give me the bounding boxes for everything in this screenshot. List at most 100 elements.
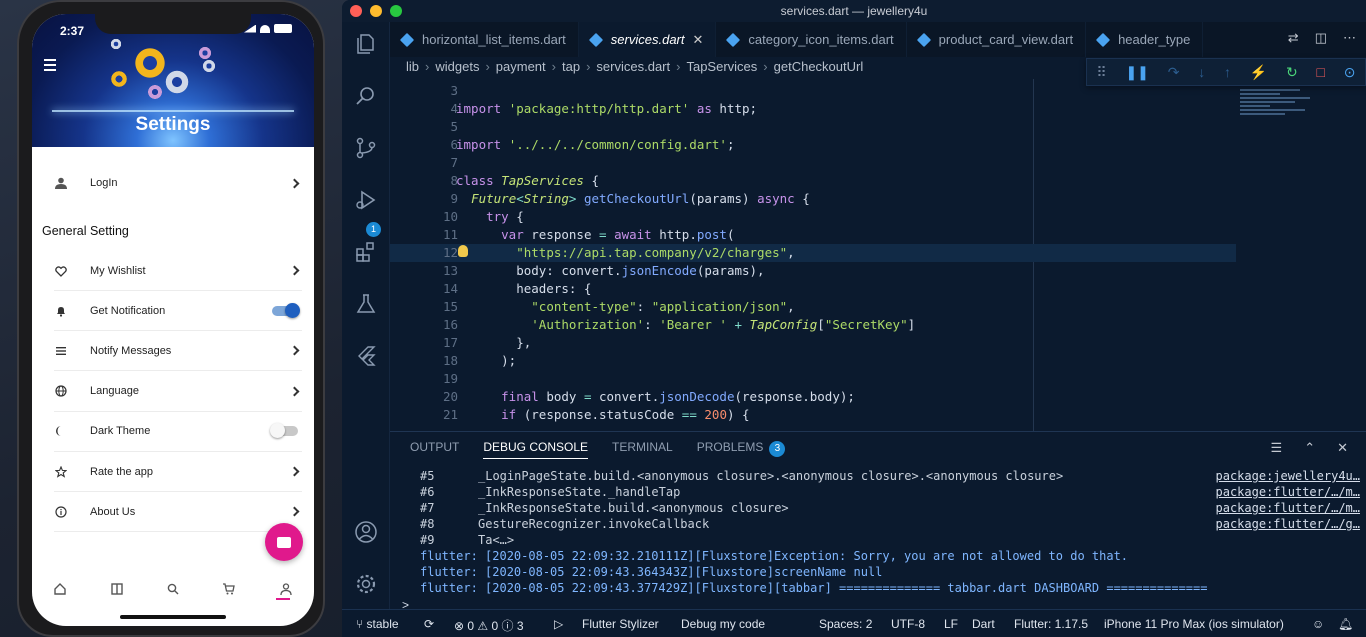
settings-row-language[interactable]: Language <box>54 372 302 412</box>
settings-row-get-notification[interactable]: Get Notification <box>54 291 302 332</box>
lightbulb-icon[interactable] <box>458 245 468 257</box>
feedback-icon[interactable]: ☺ <box>1312 617 1324 631</box>
editor-tab[interactable]: header_type <box>1086 22 1204 57</box>
minimize-window-button[interactable] <box>370 5 382 17</box>
chat-fab-button[interactable] <box>265 523 303 561</box>
settings-row-my-wishlist[interactable]: My Wishlist <box>54 251 302 291</box>
panel-tab-problems[interactable]: PROBLEMS 3 <box>697 440 786 459</box>
testing-flask-icon[interactable] <box>354 292 378 316</box>
source-link[interactable]: package:flutter/…/g… <box>1216 516 1361 532</box>
maximize-window-button[interactable] <box>390 5 402 17</box>
restart-icon[interactable]: ↻ <box>1286 64 1298 81</box>
settings-gear-icon[interactable] <box>354 572 378 596</box>
code-line[interactable]: 7 <box>390 154 1290 172</box>
sync-icon[interactable]: ⟳ <box>424 617 434 631</box>
code-line[interactable]: 21 if (response.statusCode == 200) { <box>390 406 1290 424</box>
split-editor-icon[interactable]: ◫ <box>1315 30 1327 46</box>
source-link[interactable]: package:jewellery4u… <box>1216 468 1361 484</box>
editor-tab[interactable]: category_icon_items.dart <box>716 22 907 57</box>
run-icon[interactable]: ▷ <box>554 617 563 631</box>
language-mode[interactable]: Dart <box>972 617 995 631</box>
toggle-switch[interactable] <box>272 302 300 318</box>
breadcrumb-item[interactable]: widgets <box>435 59 479 74</box>
more-actions-icon[interactable]: ⋯ <box>1343 30 1356 46</box>
editor-tab[interactable]: product_card_view.dart <box>907 22 1087 57</box>
code-line[interactable]: 17 }, <box>390 334 1290 352</box>
explorer-icon[interactable] <box>354 32 378 56</box>
panel-tab-debug-console[interactable]: DEBUG CONSOLE <box>483 440 589 459</box>
debug-config[interactable]: Debug my code <box>681 617 765 631</box>
branch-indicator[interactable]: ⑂ stable <box>356 617 399 631</box>
code-line[interactable]: 19 <box>390 370 1290 388</box>
flutter-stylizer[interactable]: Flutter Stylizer <box>582 617 659 631</box>
panel-tab-terminal[interactable]: TERMINAL <box>612 440 673 459</box>
accounts-icon[interactable] <box>354 520 378 544</box>
code-line[interactable]: 13 body: convert.jsonEncode(params), <box>390 262 1290 280</box>
editor-tab[interactable]: services.dart ✕ <box>578 22 717 57</box>
code-line[interactable]: 20 final body = convert.jsonDecode(respo… <box>390 388 1290 406</box>
indentation[interactable]: Spaces: 2 <box>819 617 872 631</box>
source-control-icon[interactable] <box>354 136 378 160</box>
search-icon[interactable] <box>166 582 180 596</box>
code-line[interactable]: 5 <box>390 118 1290 136</box>
close-panel-icon[interactable]: ✕ <box>1337 440 1348 456</box>
code-editor[interactable]: 3 4 import 'package:http/http.dart' as htt… <box>390 79 1366 431</box>
breadcrumb-item[interactable]: lib <box>406 59 419 74</box>
flutter-version[interactable]: Flutter: 1.17.5 <box>1014 617 1088 631</box>
compare-icon[interactable]: ⇄ <box>1288 30 1299 46</box>
step-out-icon[interactable]: ↑ <box>1224 64 1231 80</box>
encoding[interactable]: UTF-8 <box>891 617 925 631</box>
editor-tab[interactable]: horizontal_list_items.dart <box>390 22 579 57</box>
panel-tab-output[interactable]: OUTPUT <box>410 440 459 459</box>
problems-indicator[interactable]: ⊗ 0 ⚠ 0 ⓘ 3 <box>454 617 524 634</box>
source-link[interactable]: package:flutter/…/m… <box>1216 500 1361 516</box>
code-line[interactable]: 6 import '../../../common/config.dart'; <box>390 136 1290 154</box>
device-selector[interactable]: iPhone 11 Pro Max (ios simulator) <box>1104 617 1284 631</box>
inspect-icon[interactable]: ⊙ <box>1344 64 1356 81</box>
hot-reload-icon[interactable]: ⚡ <box>1250 64 1267 81</box>
code-line[interactable]: 18 ); <box>390 352 1290 370</box>
drag-handle-icon[interactable]: ⠿ <box>1096 64 1106 81</box>
stop-icon[interactable]: □ <box>1317 64 1325 80</box>
flutter-icon[interactable] <box>354 344 378 368</box>
settings-row-rate-the-app[interactable]: Rate the app <box>54 452 302 492</box>
breadcrumb-item[interactable]: services.dart <box>596 59 670 74</box>
breadcrumb-item[interactable]: payment <box>496 59 546 74</box>
clear-console-icon[interactable]: ☰ <box>1271 440 1283 456</box>
step-into-icon[interactable]: ↓ <box>1198 64 1205 80</box>
profile-icon[interactable] <box>275 582 293 600</box>
close-window-button[interactable] <box>350 5 362 17</box>
close-tab-icon[interactable]: ✕ <box>693 32 704 48</box>
console-text: _LoginPageState.build.<anonymous closure… <box>478 469 1064 483</box>
breadcrumb-item[interactable]: getCheckoutUrl <box>774 59 864 74</box>
code-line[interactable]: 11 var response = await http.post( <box>390 226 1290 244</box>
settings-row-dark-theme[interactable]: Dark Theme <box>54 412 302 452</box>
maximize-panel-icon[interactable]: ⌃ <box>1304 440 1315 456</box>
search-icon[interactable] <box>354 84 378 108</box>
code-line[interactable]: 8 class TapServices { <box>390 172 1290 190</box>
category-icon[interactable] <box>110 582 124 596</box>
code-line[interactable]: 9 Future<String> getCheckoutUrl(params) … <box>390 190 1290 208</box>
code-line[interactable]: 15 "content-type": "application/json", <box>390 298 1290 316</box>
line-ending[interactable]: LF <box>944 617 958 631</box>
notifications-bell-icon[interactable]: 🔔︎ <box>1338 617 1353 631</box>
step-over-icon[interactable]: ↷ <box>1168 64 1180 81</box>
breadcrumb-item[interactable]: tap <box>562 59 580 74</box>
extensions-icon[interactable] <box>354 240 378 264</box>
source-link[interactable]: package:flutter/…/m… <box>1216 484 1361 500</box>
run-debug-icon[interactable] <box>354 188 378 212</box>
login-row[interactable]: LogIn <box>54 163 302 203</box>
code-line[interactable]: 10 try { <box>390 208 1290 226</box>
code-line[interactable]: 12 "https://api.tap.company/v2/charges", <box>390 244 1236 262</box>
hamburger-menu-icon[interactable] <box>44 59 56 74</box>
pause-icon[interactable]: ❚❚ <box>1125 64 1148 81</box>
toggle-switch[interactable] <box>270 423 298 439</box>
settings-row-notify-messages[interactable]: Notify Messages <box>54 331 302 372</box>
cart-icon[interactable] <box>222 582 236 596</box>
breadcrumb-item[interactable]: TapServices <box>686 59 757 74</box>
code-line[interactable]: 4 import 'package:http/http.dart' as http… <box>390 100 1290 118</box>
code-line[interactable]: 14 headers: { <box>390 280 1290 298</box>
home-icon[interactable] <box>53 582 67 596</box>
settings-row-about-us[interactable]: About Us <box>54 492 302 533</box>
code-line[interactable]: 16 'Authorization': 'Bearer ' + TapConfi… <box>390 316 1290 334</box>
